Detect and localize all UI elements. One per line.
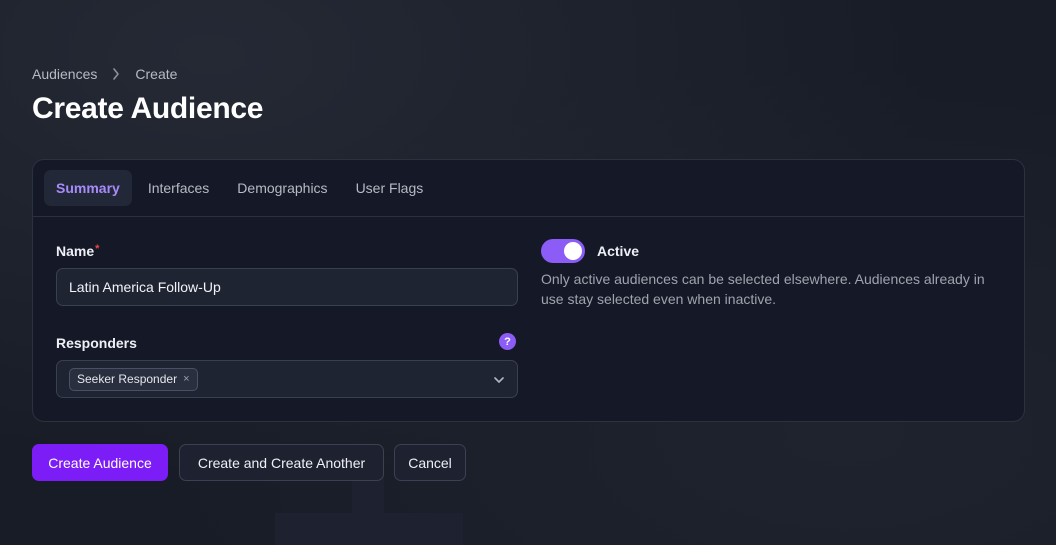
active-label: Active	[597, 243, 640, 259]
tab-summary[interactable]: Summary	[44, 170, 132, 206]
breadcrumb-current: Create	[135, 66, 178, 82]
active-toggle[interactable]	[541, 239, 585, 263]
tab-bar: Summary Interfaces Demographics User Fla…	[33, 160, 1024, 217]
breadcrumb-audiences-link[interactable]: Audiences	[32, 66, 97, 82]
tab-demographics[interactable]: Demographics	[225, 170, 339, 206]
name-label: Name*	[56, 243, 99, 259]
responder-chip: Seeker Responder ×	[69, 367, 198, 391]
tab-interfaces[interactable]: Interfaces	[136, 170, 221, 206]
required-marker: *	[95, 243, 100, 255]
breadcrumb: Audiences Create	[32, 66, 177, 82]
responders-label: Responders	[56, 335, 137, 351]
remove-chip-icon[interactable]: ×	[183, 373, 189, 385]
question-circle-icon[interactable]: ?	[499, 333, 516, 350]
responders-select[interactable]: Seeker Responder ×	[56, 360, 518, 398]
create-audience-button[interactable]: Create Audience	[32, 444, 168, 481]
page-title: Create Audience	[32, 92, 264, 125]
chevron-right-icon	[111, 67, 121, 81]
create-and-create-another-button[interactable]: Create and Create Another	[179, 444, 384, 481]
background-shape	[275, 513, 463, 545]
name-field[interactable]: Latin America Follow-Up	[56, 268, 518, 306]
name-field-value: Latin America Follow-Up	[69, 279, 221, 295]
tab-user-flags[interactable]: User Flags	[344, 170, 436, 206]
audience-form-card: Summary Interfaces Demographics User Fla…	[32, 159, 1025, 422]
chevron-down-icon[interactable]	[493, 373, 505, 385]
toggle-knob	[564, 242, 582, 260]
cancel-button[interactable]: Cancel	[394, 444, 466, 481]
responder-chip-label: Seeker Responder	[77, 372, 178, 386]
name-label-text: Name	[56, 243, 95, 259]
active-helper-text: Only active audiences can be selected el…	[541, 271, 985, 307]
